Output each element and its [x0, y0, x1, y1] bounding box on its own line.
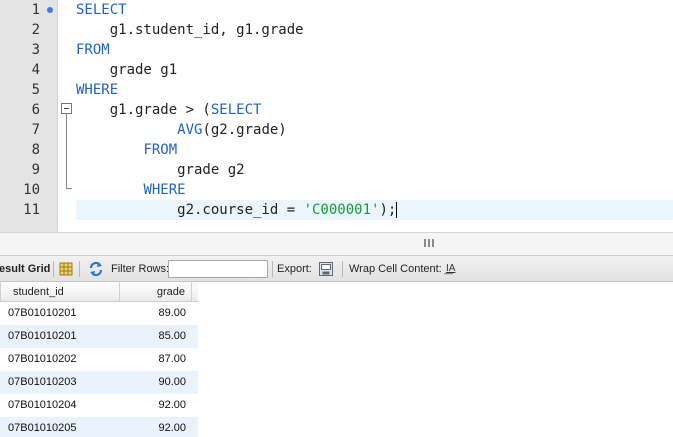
code-line[interactable]: WHERE [76, 80, 673, 100]
code-line[interactable]: SELECT [76, 0, 673, 20]
cell-grade[interactable]: 87.00 [120, 348, 186, 371]
table-row[interactable]: 07B01010201 85.00 [0, 325, 198, 348]
table-row[interactable]: 07B01010204 92.00 [0, 394, 198, 417]
cell-student-id[interactable]: 07B01010205 [8, 417, 118, 437]
toolbar-separator [272, 261, 273, 277]
panel-splitter[interactable] [0, 232, 673, 256]
result-toolbar: esult Grid Filter Rows: Export: Wrap Cel… [0, 256, 673, 282]
grid-view-icon[interactable] [58, 261, 74, 277]
column-header-grade[interactable]: grade [120, 282, 192, 302]
export-icon[interactable] [318, 261, 334, 277]
result-grid-tab[interactable]: esult Grid [0, 256, 50, 282]
wrap-cell-icon[interactable]: I͟A [446, 256, 455, 282]
sql-token: (g2.grade) [202, 122, 287, 138]
code-line[interactable]: g1.student_id, g1.grade [76, 20, 673, 40]
wrap-cell-content-label: Wrap Cell Content: [349, 263, 442, 275]
line-number: 9 [31, 162, 40, 178]
sql-token: grade g2 [76, 162, 245, 178]
cell-student-id[interactable]: 07B01010202 [8, 348, 118, 371]
result-grid[interactable]: student_id grade 07B01010201 89.00 07B0101… [0, 282, 673, 437]
export-label: Export: [277, 263, 312, 275]
cell-student-id[interactable]: 07B01010203 [8, 371, 118, 394]
toolbar-separator [79, 261, 80, 277]
line-number: 1 [31, 2, 40, 18]
sql-token-kw: WHERE [76, 82, 119, 98]
sql-token-kw: FROM [76, 42, 110, 58]
filter-rows-label: Filter Rows: [111, 263, 170, 275]
sql-token: grade g1 [76, 62, 178, 78]
toolbar-separator [53, 261, 54, 277]
line-number: 8 [31, 142, 40, 158]
code-line[interactable]: FROM [76, 40, 673, 60]
fold-collapse-icon[interactable] [61, 103, 72, 114]
code-line[interactable]: g1.grade > (SELECT [76, 100, 673, 120]
cell-student-id[interactable]: 07B01010201 [8, 302, 118, 325]
code-line[interactable]: grade g1 [76, 60, 673, 80]
line-number: 4 [31, 62, 40, 78]
sql-token-kw: SELECT [210, 102, 262, 118]
line-number: 7 [31, 122, 40, 138]
sql-token: g1.student_id, g1.grade [76, 22, 304, 38]
code-line[interactable]: WHERE [76, 180, 673, 200]
line-number-gutter: 1 2 3 4 5 6 7 8 9 10 11 [0, 0, 58, 232]
code-line[interactable]: grade g2 [76, 160, 673, 180]
code-line[interactable]: g2.course_id = 'C000001'); [76, 200, 673, 220]
text-cursor [396, 202, 398, 218]
line-number: 6 [31, 102, 40, 118]
column-header-student-id[interactable]: student_id [0, 282, 120, 302]
table-row[interactable]: 07B01010202 87.00 [0, 348, 198, 371]
table-row[interactable]: 07B01010205 92.00 [0, 417, 198, 437]
statement-marker-icon[interactable] [47, 7, 53, 13]
sql-token: g1.grade > ( [76, 102, 211, 118]
toolbar-separator [342, 261, 343, 277]
sql-editor[interactable]: 1 2 3 4 5 6 7 8 9 10 11 SELECT g1.student_id, g1.g… [0, 0, 673, 232]
sql-token-kw: WHERE [143, 182, 186, 198]
sql-token-kw: SELECT [76, 2, 127, 18]
splitter-grip-icon[interactable] [424, 239, 434, 247]
refresh-icon[interactable] [88, 261, 104, 277]
cell-grade[interactable]: 89.00 [120, 302, 186, 325]
code-line[interactable]: FROM [76, 140, 673, 160]
fold-guide-end [66, 188, 72, 189]
cell-student-id[interactable]: 07B01010204 [8, 394, 118, 417]
sql-token-kw: FROM [143, 142, 178, 158]
sql-token: g2.course_id = [76, 202, 304, 218]
cell-grade[interactable]: 90.00 [120, 371, 186, 394]
sql-token-fn: AVG [177, 122, 203, 138]
line-number: 10 [23, 182, 40, 198]
code-line[interactable]: AVG(g2.grade) [76, 120, 673, 140]
table-row[interactable]: 07B01010203 90.00 [0, 371, 198, 394]
cell-grade[interactable]: 92.00 [120, 394, 186, 417]
filter-rows-input[interactable] [168, 260, 268, 278]
line-number: 11 [23, 202, 40, 218]
sql-token-str: 'C000001' [303, 202, 380, 218]
line-number: 3 [31, 42, 40, 58]
table-row[interactable]: 07B01010201 89.00 [0, 302, 198, 325]
cell-grade[interactable]: 85.00 [120, 325, 186, 348]
cell-grade[interactable]: 92.00 [120, 417, 186, 437]
fold-guide-line [66, 114, 67, 188]
cell-student-id[interactable]: 07B01010201 [8, 325, 118, 348]
sql-token: ); [379, 202, 397, 218]
line-number: 2 [31, 22, 40, 38]
grid-header: student_id grade [0, 282, 198, 302]
line-number: 5 [31, 82, 40, 98]
